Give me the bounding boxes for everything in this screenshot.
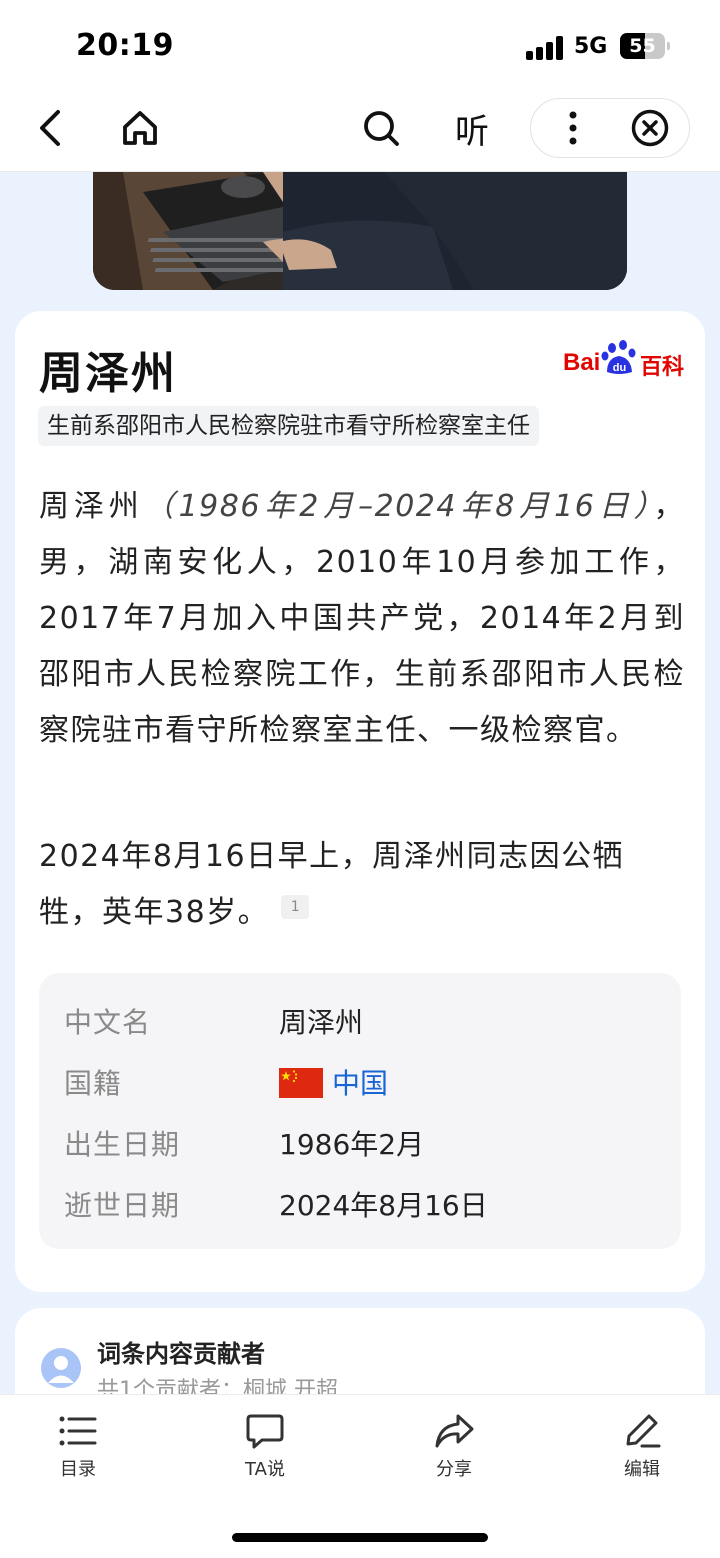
close-button[interactable]: [620, 99, 680, 157]
infobox-row: 逝世日期 2024年8月16日: [39, 1172, 681, 1232]
infobox-row: 出生日期 1986年2月: [39, 1111, 681, 1171]
entry-subtitle: 生前系邵阳市人民检察院驻市看守所检察室主任: [38, 406, 539, 446]
chat-bubble-icon: [246, 1414, 284, 1449]
list-icon: [59, 1416, 97, 1446]
battery-icon: 55: [620, 33, 670, 59]
bottom-toolbar: 目录 TA说 分享 编辑: [0, 1394, 720, 1558]
tab-label: TA说: [245, 1459, 285, 1480]
tab-ta-says[interactable]: TA说: [205, 1413, 325, 1483]
listen-button[interactable]: 听: [448, 92, 496, 164]
infobox-row: 中文名 周泽州: [39, 989, 681, 1049]
entry-title: 周泽州: [39, 348, 177, 399]
cellular-signal-icon: [526, 36, 564, 60]
tab-label: 编辑: [624, 1459, 660, 1480]
summary-body: ，男，湖南安化人，2010年10月参加工作，2017年7月加入中国共产党，201…: [39, 489, 686, 748]
logo-du-text: du: [613, 362, 626, 374]
infobox-value: 1986年2月: [279, 1128, 425, 1161]
search-icon: [364, 111, 399, 146]
contributor-avatar-icon: [41, 1348, 81, 1388]
entry-paragraph-death: 2024年8月16日早上，周泽州同志因公牺牲，英年38岁。 1: [39, 829, 685, 941]
paragraph2-text: 2024年8月16日早上，周泽州同志因公牺牲，英年38岁。: [39, 839, 625, 930]
status-bar: 20:19 5G 55: [0, 0, 720, 92]
photo-person-at-keyboard: [93, 172, 627, 290]
entry-summary: 周泽州（1986年2月–2024年8月16日），男，湖南安化人，2010年10月…: [39, 479, 685, 759]
infobox: 中文名 周泽州 国籍 中国 出生日期 1986年2月 逝世日期 2024年8月1…: [39, 973, 681, 1249]
infobox-label: 中文名: [64, 1006, 152, 1039]
entry-card: 周泽州 Bai du 百科 生前系邵阳市人民检察院驻市看守所检察室主任 周泽州（…: [15, 311, 705, 1292]
network-type: 5G: [574, 34, 608, 59]
infobox-label: 国籍: [64, 1067, 123, 1100]
china-flag-icon: [279, 1068, 323, 1098]
home-indicator[interactable]: [232, 1533, 488, 1542]
nationality-link[interactable]: 中国: [332, 1062, 388, 1102]
infobox-row: 国籍 中国: [39, 1050, 681, 1110]
infobox-value: 周泽州: [279, 1006, 364, 1039]
infobox-label: 逝世日期: [64, 1189, 181, 1222]
logo-baike-text: 百科: [640, 355, 685, 380]
back-button[interactable]: [30, 92, 70, 164]
tab-label: 目录: [60, 1459, 96, 1480]
reference-mark[interactable]: 1: [281, 895, 310, 919]
close-circle-icon: [631, 109, 669, 147]
nav-bar: 听: [0, 92, 720, 172]
search-button[interactable]: [360, 92, 402, 164]
listen-label: 听: [455, 111, 489, 152]
status-time: 20:19: [76, 28, 174, 63]
baidu-baike-logo[interactable]: Bai du 百科: [563, 337, 685, 381]
tab-share[interactable]: 分享: [394, 1413, 514, 1483]
edit-pen-icon: [626, 1414, 661, 1448]
summary-dates: （1986年2月–2024年8月16日）: [143, 489, 654, 524]
infobox-value: 2024年8月16日: [279, 1189, 488, 1222]
infobox-label: 出生日期: [64, 1128, 181, 1161]
chevron-left-icon: [40, 110, 60, 146]
tab-catalog[interactable]: 目录: [18, 1413, 138, 1483]
tab-edit[interactable]: 编辑: [582, 1413, 702, 1483]
entry-photo[interactable]: [93, 172, 627, 290]
battery-level: 55: [629, 35, 656, 57]
more-vertical-icon: [569, 111, 577, 145]
summary-name: 周泽州: [39, 489, 144, 524]
home-icon: [123, 111, 157, 145]
logo-bai-text: Bai: [563, 349, 601, 376]
share-icon: [435, 1414, 474, 1448]
contributors-title: 词条内容贡献者: [97, 1340, 265, 1368]
home-button[interactable]: [118, 92, 162, 164]
more-button[interactable]: [543, 99, 603, 157]
tab-label: 分享: [436, 1459, 472, 1480]
baidu-paw-icon: du: [601, 340, 636, 374]
mini-program-capsule: [530, 98, 690, 158]
